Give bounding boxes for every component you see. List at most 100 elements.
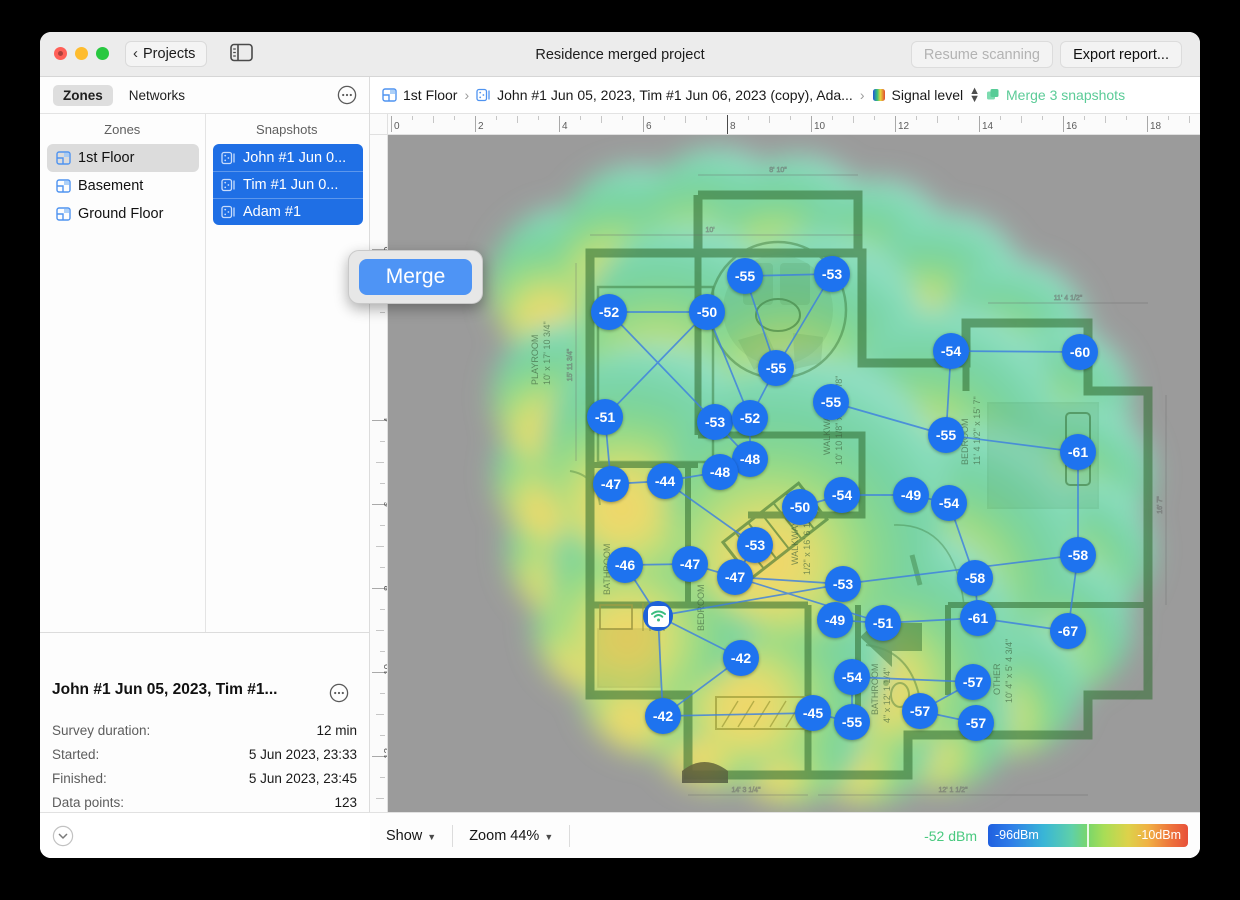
chevron-right-icon: ›: [859, 87, 865, 103]
zone-item-ground-floor[interactable]: Ground Floor: [47, 200, 199, 228]
measurement-marker[interactable]: -61: [960, 600, 996, 636]
breadcrumb-metric-selector[interactable]: Signal level ▲ ▼: [872, 85, 980, 105]
legend-divider: [1087, 824, 1089, 847]
measurement-marker[interactable]: -42: [645, 698, 681, 734]
window-maximize-button[interactable]: [96, 47, 109, 60]
stepper-icon: ▲ ▼: [969, 85, 980, 105]
merge-button[interactable]: Merge: [359, 259, 472, 295]
breadcrumb-snapshots-label: John #1 Jun 05, 2023, Tim #1 Jun 06, 202…: [497, 87, 853, 103]
measurement-marker[interactable]: -55: [727, 258, 763, 294]
snapshot-item-tim[interactable]: Tim #1 Jun 0...: [213, 171, 363, 198]
measurement-marker[interactable]: -55: [928, 417, 964, 453]
snapshot-info-title: John #1 Jun 05, 2023, Tim #1...: [52, 681, 278, 698]
measurement-marker[interactable]: -58: [1060, 537, 1096, 573]
measurement-marker[interactable]: -60: [1062, 334, 1098, 370]
legend-max-label: -10dBm: [1137, 828, 1181, 842]
measurement-marker[interactable]: -52: [591, 294, 627, 330]
resume-scanning-button[interactable]: Resume scanning: [910, 41, 1053, 68]
breadcrumb-metric-label: Signal level: [891, 87, 964, 103]
back-to-projects-button[interactable]: ‹ Projects: [125, 41, 208, 67]
chevron-right-icon: ›: [464, 87, 470, 103]
measurement-marker[interactable]: -51: [865, 605, 901, 641]
breadcrumb-snapshots[interactable]: John #1 Jun 05, 2023, Tim #1 Jun 06, 202…: [476, 87, 853, 103]
measurement-marker[interactable]: -53: [814, 256, 850, 292]
measurement-marker[interactable]: -53: [737, 527, 773, 563]
measurement-marker[interactable]: -53: [825, 566, 861, 602]
show-label: Show: [386, 827, 423, 844]
measurement-marker[interactable]: -49: [893, 477, 929, 513]
merge-layers-icon: [987, 89, 999, 100]
sidebar-more-button[interactable]: [337, 85, 357, 105]
measurement-marker[interactable]: -46: [607, 547, 643, 583]
measurement-marker[interactable]: -55: [813, 384, 849, 420]
export-report-button[interactable]: Export report...: [1060, 41, 1182, 68]
measurement-marker[interactable]: -54: [834, 659, 870, 695]
measurement-marker[interactable]: -55: [758, 350, 794, 386]
snapshot-item-adam[interactable]: Adam #1: [213, 198, 363, 225]
measurement-marker[interactable]: -57: [902, 693, 938, 729]
sidebar-footer: [40, 812, 370, 858]
zone-label: Ground Floor: [78, 206, 164, 222]
breadcrumb-zone[interactable]: 1st Floor: [382, 87, 457, 103]
measurement-marker[interactable]: -47: [717, 559, 753, 595]
measurement-marker[interactable]: -50: [782, 489, 818, 525]
floorplan-heatmap: PLAYROOM 10' x 17' 10 3/4" WALKWAY 10' 1…: [490, 148, 1167, 805]
zoom-menu-button[interactable]: Zoom 44% ▼: [453, 824, 569, 848]
measurement-marker[interactable]: -58: [957, 560, 993, 596]
chevron-down-icon: ▼: [544, 831, 554, 842]
measurement-marker[interactable]: -57: [958, 705, 994, 741]
show-menu-button[interactable]: Show ▼: [370, 824, 452, 848]
measurement-marker[interactable]: -61: [1060, 434, 1096, 470]
disclosure-toggle-button[interactable]: [52, 825, 74, 847]
sidebar-segmented-control: Zones Networks: [40, 77, 369, 114]
floorplan-icon: [56, 207, 71, 221]
zone-item-1st-floor[interactable]: 1st Floor: [47, 144, 199, 172]
measurement-marker[interactable]: -49: [817, 602, 853, 638]
ruler-horizontal[interactable]: 0 2 4 6 8 10 12 14 16 18: [388, 114, 1200, 135]
breadcrumb: 1st Floor › John #1 Jun 05, 2023, Tim #1…: [370, 77, 1200, 114]
heatmap-canvas[interactable]: PLAYROOM 10' x 17' 10 3/4" WALKWAY 10' 1…: [388, 135, 1200, 815]
snapshot-item-john[interactable]: John #1 Jun 0...: [213, 144, 363, 171]
measurement-marker[interactable]: -54: [933, 333, 969, 369]
window-minimize-button[interactable]: [75, 47, 88, 60]
measurement-marker[interactable]: -50: [689, 294, 725, 330]
back-to-projects-label: Projects: [143, 46, 196, 62]
measurement-marker[interactable]: -54: [824, 477, 860, 513]
tab-networks[interactable]: Networks: [119, 85, 195, 106]
snapshot-info-more-button[interactable]: [329, 683, 349, 703]
sidebar-toggle-button[interactable]: [230, 43, 253, 62]
measurement-marker[interactable]: -47: [593, 466, 629, 502]
measurement-marker[interactable]: -55: [834, 704, 870, 740]
ruler-vertical[interactable]: 0468101214: [370, 135, 388, 815]
ruler-top-label: 2: [478, 121, 484, 132]
measurement-marker[interactable]: -48: [702, 454, 738, 490]
access-point-badge: [647, 605, 669, 627]
tab-zones[interactable]: Zones: [53, 84, 113, 106]
measurement-marker[interactable]: -52: [732, 400, 768, 436]
breadcrumb-merge-note[interactable]: Merge 3 snapshots: [986, 87, 1125, 103]
measurement-marker[interactable]: -44: [647, 463, 683, 499]
measurement-marker[interactable]: -45: [795, 695, 831, 731]
measurement-marker[interactable]: -57: [955, 664, 991, 700]
breadcrumb-merge-label: Merge 3 snapshots: [1006, 87, 1126, 103]
snapshot-icon: [221, 178, 235, 192]
svg-text:10' 4" x 5' 4 3/4": 10' 4" x 5' 4 3/4": [1004, 639, 1014, 703]
footer-divider-2: [569, 824, 571, 847]
column-header-snapshots: Snapshots: [256, 121, 318, 137]
sidebar-icon: [230, 43, 253, 62]
measurement-marker[interactable]: -67: [1050, 613, 1086, 649]
access-point-marker[interactable]: [643, 601, 673, 631]
floorplan-icon: [56, 151, 71, 165]
breadcrumb-zone-label: 1st Floor: [403, 87, 458, 103]
zone-item-basement[interactable]: Basement: [47, 172, 199, 200]
measurement-marker[interactable]: -53: [697, 404, 733, 440]
merge-popup: Merge: [348, 250, 483, 304]
measurement-marker[interactable]: -47: [672, 546, 708, 582]
info-row-started: Started: 5 Jun 2023, 23:33: [52, 743, 357, 767]
window-titlebar: ‹ Projects Residence merged project Resu…: [40, 32, 1200, 77]
measurement-marker[interactable]: -42: [723, 640, 759, 676]
legend-gradient-bar[interactable]: -96dBm -10dBm: [988, 824, 1188, 847]
window-close-button[interactable]: [54, 47, 67, 60]
measurement-marker[interactable]: -51: [587, 399, 623, 435]
measurement-marker[interactable]: -54: [931, 485, 967, 521]
